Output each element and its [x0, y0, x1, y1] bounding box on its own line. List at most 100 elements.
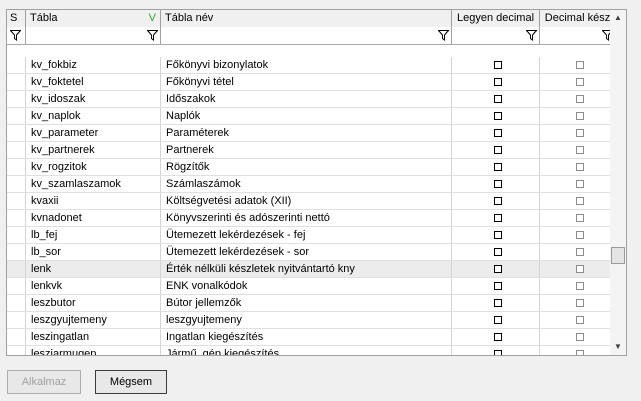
cell-legyen-decimal[interactable] — [452, 159, 540, 175]
legyen-decimal-checkbox[interactable] — [493, 333, 502, 341]
cell-tabla[interactable]: lb_sor — [26, 244, 161, 260]
cell-tabla-nev[interactable]: Költségvetési adatok (XII) — [161, 193, 452, 209]
table-row[interactable]: lenk Érték nélküli készletek nyitvántartó… — [7, 261, 616, 278]
col-header-s[interactable]: S — [7, 10, 26, 27]
filter-cell-decimal-kesz[interactable] — [540, 27, 616, 44]
legyen-decimal-checkbox[interactable] — [493, 299, 502, 307]
legyen-decimal-checkbox[interactable] — [493, 180, 502, 188]
row-select-cell[interactable] — [7, 329, 26, 345]
vertical-scrollbar[interactable]: ▲ ▼ — [610, 10, 626, 355]
legyen-decimal-checkbox[interactable] — [493, 197, 502, 205]
row-select-cell[interactable] — [7, 244, 26, 260]
cell-legyen-decimal[interactable] — [452, 227, 540, 243]
row-select-cell[interactable] — [7, 142, 26, 158]
cell-tabla[interactable]: lenkvk — [26, 278, 161, 294]
legyen-decimal-checkbox[interactable] — [493, 282, 502, 290]
cell-tabla[interactable]: kv_foktetel — [26, 74, 161, 90]
cell-tabla[interactable]: leszbutor — [26, 295, 161, 311]
col-header-tabla-nev[interactable]: Tábla név — [161, 10, 452, 27]
row-select-cell[interactable] — [7, 159, 26, 175]
row-select-cell[interactable] — [7, 278, 26, 294]
legyen-decimal-checkbox[interactable] — [493, 214, 502, 222]
cell-tabla-nev[interactable]: Főkönyvi bizonylatok — [161, 57, 452, 73]
scroll-down-icon[interactable]: ▼ — [610, 339, 626, 355]
cell-tabla[interactable]: kv_szamlaszamok — [26, 176, 161, 192]
col-header-tabla[interactable]: Tábla V — [26, 10, 161, 27]
cell-tabla-nev[interactable]: Ütemezett lekérdezések - fej — [161, 227, 452, 243]
apply-button[interactable]: Alkalmaz — [7, 370, 81, 394]
cell-tabla[interactable]: kv_naplok — [26, 108, 161, 124]
cell-legyen-decimal[interactable] — [452, 329, 540, 345]
row-select-cell[interactable] — [7, 176, 26, 192]
cell-tabla-nev[interactable]: Partnerek — [161, 142, 452, 158]
legyen-decimal-checkbox[interactable] — [493, 112, 502, 120]
table-row[interactable]: leszjarmugep Jármű, gép kiegészítés — [7, 346, 616, 355]
table-row[interactable]: leszgyujtemeny leszgyujtemeny — [7, 312, 616, 329]
table-row[interactable]: lb_sor Ütemezett lekérdezések - sor — [7, 244, 616, 261]
table-row[interactable]: kv_partnerek Partnerek — [7, 142, 616, 159]
legyen-decimal-checkbox[interactable] — [493, 95, 502, 103]
cell-tabla[interactable]: leszgyujtemeny — [26, 312, 161, 328]
cell-tabla[interactable]: kv_partnerek — [26, 142, 161, 158]
table-row[interactable]: kv_fokbiz Főkönyvi bizonylatok — [7, 57, 616, 74]
row-select-cell[interactable] — [7, 193, 26, 209]
cell-tabla-nev[interactable]: Számlaszámok — [161, 176, 452, 192]
cell-tabla-nev[interactable]: Bútor jellemzők — [161, 295, 452, 311]
filter-icon[interactable] — [526, 30, 537, 41]
row-select-cell[interactable] — [7, 261, 26, 277]
cell-tabla-nev[interactable]: Időszakok — [161, 91, 452, 107]
row-select-cell[interactable] — [7, 227, 26, 243]
cell-legyen-decimal[interactable] — [452, 108, 540, 124]
table-row[interactable]: kv_szamlaszamok Számlaszámok — [7, 176, 616, 193]
cell-tabla[interactable]: leszingatlan — [26, 329, 161, 345]
legyen-decimal-checkbox[interactable] — [493, 78, 502, 86]
table-row[interactable]: kv_foktetel Főkönyvi tétel — [7, 74, 616, 91]
legyen-decimal-checkbox[interactable] — [493, 350, 502, 355]
table-row[interactable]: leszbutor Bútor jellemzők — [7, 295, 616, 312]
cell-tabla[interactable]: kv_parameter — [26, 125, 161, 141]
cell-legyen-decimal[interactable] — [452, 57, 540, 73]
cell-tabla-nev[interactable]: leszgyujtemeny — [161, 312, 452, 328]
table-row[interactable]: kv_parameter Paraméterek — [7, 125, 616, 142]
cell-legyen-decimal[interactable] — [452, 312, 540, 328]
scroll-thumb[interactable] — [611, 247, 625, 264]
legyen-decimal-checkbox[interactable] — [493, 163, 502, 171]
cell-tabla-nev[interactable]: Főkönyvi tétel — [161, 74, 452, 90]
cell-legyen-decimal[interactable] — [452, 210, 540, 226]
cancel-button[interactable]: Mégsem — [95, 370, 167, 394]
cell-tabla-nev[interactable]: Rögzítők — [161, 159, 452, 175]
legyen-decimal-checkbox[interactable] — [493, 316, 502, 324]
filter-icon[interactable] — [438, 30, 449, 41]
cell-tabla-nev[interactable]: Paraméterek — [161, 125, 452, 141]
cell-legyen-decimal[interactable] — [452, 244, 540, 260]
cell-legyen-decimal[interactable] — [452, 278, 540, 294]
cell-tabla[interactable]: kv_idoszak — [26, 91, 161, 107]
row-select-cell[interactable] — [7, 74, 26, 90]
col-header-decimal-kesz[interactable]: Decimal kész — [540, 10, 616, 27]
legyen-decimal-checkbox[interactable] — [493, 61, 502, 69]
row-select-cell[interactable] — [7, 312, 26, 328]
row-select-cell[interactable] — [7, 125, 26, 141]
table-row[interactable]: leszingatlan Ingatlan kiegészítés — [7, 329, 616, 346]
filter-cell-s[interactable] — [7, 27, 26, 44]
cell-tabla-nev[interactable]: Érték nélküli készletek nyitvántartó kny — [161, 261, 452, 277]
cell-tabla[interactable]: kv_fokbiz — [26, 57, 161, 73]
cell-tabla[interactable]: kv_rogzitok — [26, 159, 161, 175]
cell-tabla-nev[interactable]: Jármű, gép kiegészítés — [161, 346, 452, 355]
cell-legyen-decimal[interactable] — [452, 346, 540, 355]
cell-legyen-decimal[interactable] — [452, 125, 540, 141]
table-row[interactable]: kvnadonet Könyvszerinti és adószerinti ne… — [7, 210, 616, 227]
legyen-decimal-checkbox[interactable] — [493, 265, 502, 273]
cell-tabla[interactable]: lb_fej — [26, 227, 161, 243]
cell-tabla-nev[interactable]: Ütemezett lekérdezések - sor — [161, 244, 452, 260]
row-select-cell[interactable] — [7, 346, 26, 355]
cell-legyen-decimal[interactable] — [452, 74, 540, 90]
row-select-cell[interactable] — [7, 295, 26, 311]
table-row[interactable]: kv_idoszak Időszakok — [7, 91, 616, 108]
cell-tabla[interactable]: lenk — [26, 261, 161, 277]
col-header-legyen-decimal[interactable]: Legyen decimal — [452, 10, 540, 27]
filter-icon[interactable] — [10, 30, 21, 41]
row-select-cell[interactable] — [7, 210, 26, 226]
table-row[interactable]: kv_rogzitok Rögzítők — [7, 159, 616, 176]
legyen-decimal-checkbox[interactable] — [493, 129, 502, 137]
